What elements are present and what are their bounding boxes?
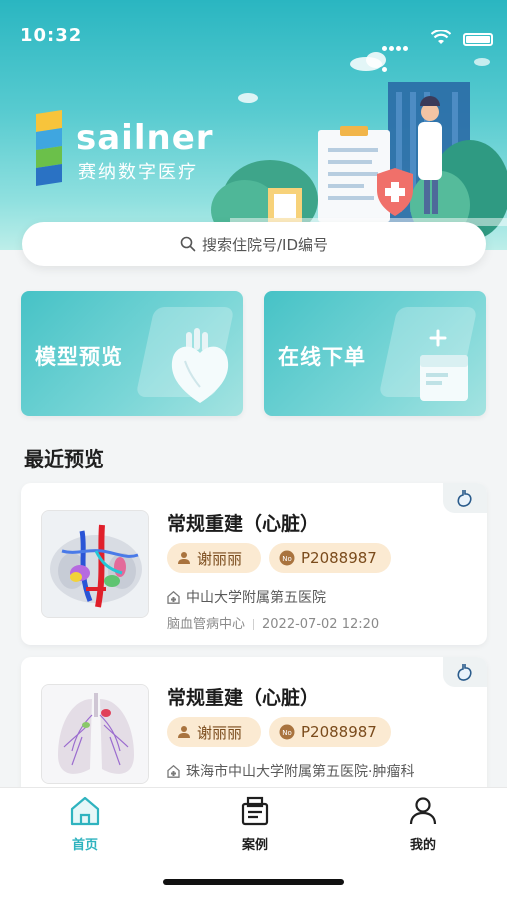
search-placeholder: 搜索住院号/ID编号 bbox=[201, 235, 329, 254]
tab-home[interactable]: 首页 bbox=[45, 796, 125, 853]
model-preview-label: 模型预览 bbox=[35, 345, 123, 369]
online-order-label: 在线下单 bbox=[278, 345, 366, 369]
hospital-name: 珠海市中山大学附属第五医院·肿瘤科 bbox=[186, 764, 415, 780]
person-icon bbox=[178, 726, 190, 738]
brand-subtitle: 赛纳数字医疗 bbox=[78, 162, 198, 183]
sailner-logo-mark bbox=[36, 110, 62, 186]
recent-section-title: 最近预览 bbox=[24, 447, 104, 471]
heart-model-icon bbox=[171, 328, 229, 403]
home-indicator bbox=[163, 879, 344, 885]
record-tag bbox=[443, 483, 487, 513]
search-bar[interactable]: 搜索住院号/ID编号 bbox=[22, 222, 486, 266]
search-icon bbox=[180, 236, 196, 252]
meta-divider bbox=[253, 619, 255, 630]
svg-text:No: No bbox=[282, 729, 292, 737]
hero-banner: 10:32 sailner 赛纳数字医疗 bbox=[0, 0, 507, 250]
model-preview-button[interactable]: 模型预览 bbox=[21, 291, 243, 416]
hospital-icon bbox=[167, 764, 180, 778]
patient-name: 谢丽丽 bbox=[197, 549, 243, 568]
stomach-icon bbox=[457, 664, 472, 681]
id-number-icon: No bbox=[279, 550, 295, 566]
record-meta: 脑血管病中心 2022-07-02 12:20 bbox=[167, 613, 379, 632]
record-card[interactable]: 常规重建（心脏） 谢丽丽 No P2088987 中山大学附属第五医院 脑血管病… bbox=[21, 483, 487, 645]
id-number-icon: No bbox=[279, 724, 295, 740]
profile-icon bbox=[409, 797, 437, 825]
record-card[interactable]: 常规重建（心脏） 谢丽丽 No P2088987 珠海市中山大学附属第五医院·肿… bbox=[21, 657, 487, 797]
tab-home-label: 首页 bbox=[71, 838, 98, 853]
patient-id: P2088987 bbox=[301, 723, 377, 741]
status-bar: 10:32 bbox=[0, 22, 507, 72]
status-time: 10:32 bbox=[20, 25, 83, 46]
patient-id-chip: No P2088987 bbox=[269, 717, 391, 747]
hospital-info: 中山大学附属第五医院 bbox=[167, 587, 326, 607]
wifi-icon bbox=[430, 28, 451, 50]
patient-id: P2088987 bbox=[301, 549, 377, 567]
home-icon bbox=[70, 796, 100, 826]
signal-icon bbox=[382, 35, 416, 72]
battery-icon bbox=[463, 32, 493, 46]
cases-icon bbox=[241, 796, 269, 826]
patient-name-chip: 谢丽丽 bbox=[167, 717, 261, 747]
record-title: 常规重建（心脏） bbox=[167, 687, 320, 709]
patient-name-chip: 谢丽丽 bbox=[167, 543, 261, 573]
tab-profile-label: 我的 bbox=[409, 838, 436, 853]
department-name: 脑血管病中心 bbox=[167, 617, 246, 632]
hospital-info: 珠海市中山大学附属第五医院·肿瘤科 bbox=[167, 761, 414, 781]
person-icon bbox=[178, 552, 190, 564]
lung-model-image bbox=[42, 685, 148, 783]
tab-cases-label: 案例 bbox=[241, 838, 268, 853]
record-datetime: 2022-07-02 12:20 bbox=[262, 617, 380, 632]
patient-id-chip: No P2088987 bbox=[269, 543, 391, 573]
model-thumbnail bbox=[41, 684, 149, 784]
status-icons bbox=[382, 28, 493, 72]
hospital-icon bbox=[167, 590, 180, 604]
model-thumbnail bbox=[41, 510, 149, 618]
online-order-button[interactable]: 在线下单 bbox=[264, 291, 486, 416]
heart-vessel-model-image bbox=[42, 511, 148, 617]
order-box-icon bbox=[420, 329, 468, 401]
svg-text:No: No bbox=[282, 555, 292, 563]
tab-cases[interactable]: 案例 bbox=[215, 796, 295, 853]
brand-name: sailner bbox=[76, 118, 214, 158]
patient-name: 谢丽丽 bbox=[197, 723, 243, 742]
record-title: 常规重建（心脏） bbox=[167, 513, 320, 535]
hospital-name: 中山大学附属第五医院 bbox=[186, 590, 326, 606]
stomach-icon bbox=[457, 490, 472, 507]
record-tag bbox=[443, 657, 487, 687]
tab-profile[interactable]: 我的 bbox=[383, 796, 463, 853]
